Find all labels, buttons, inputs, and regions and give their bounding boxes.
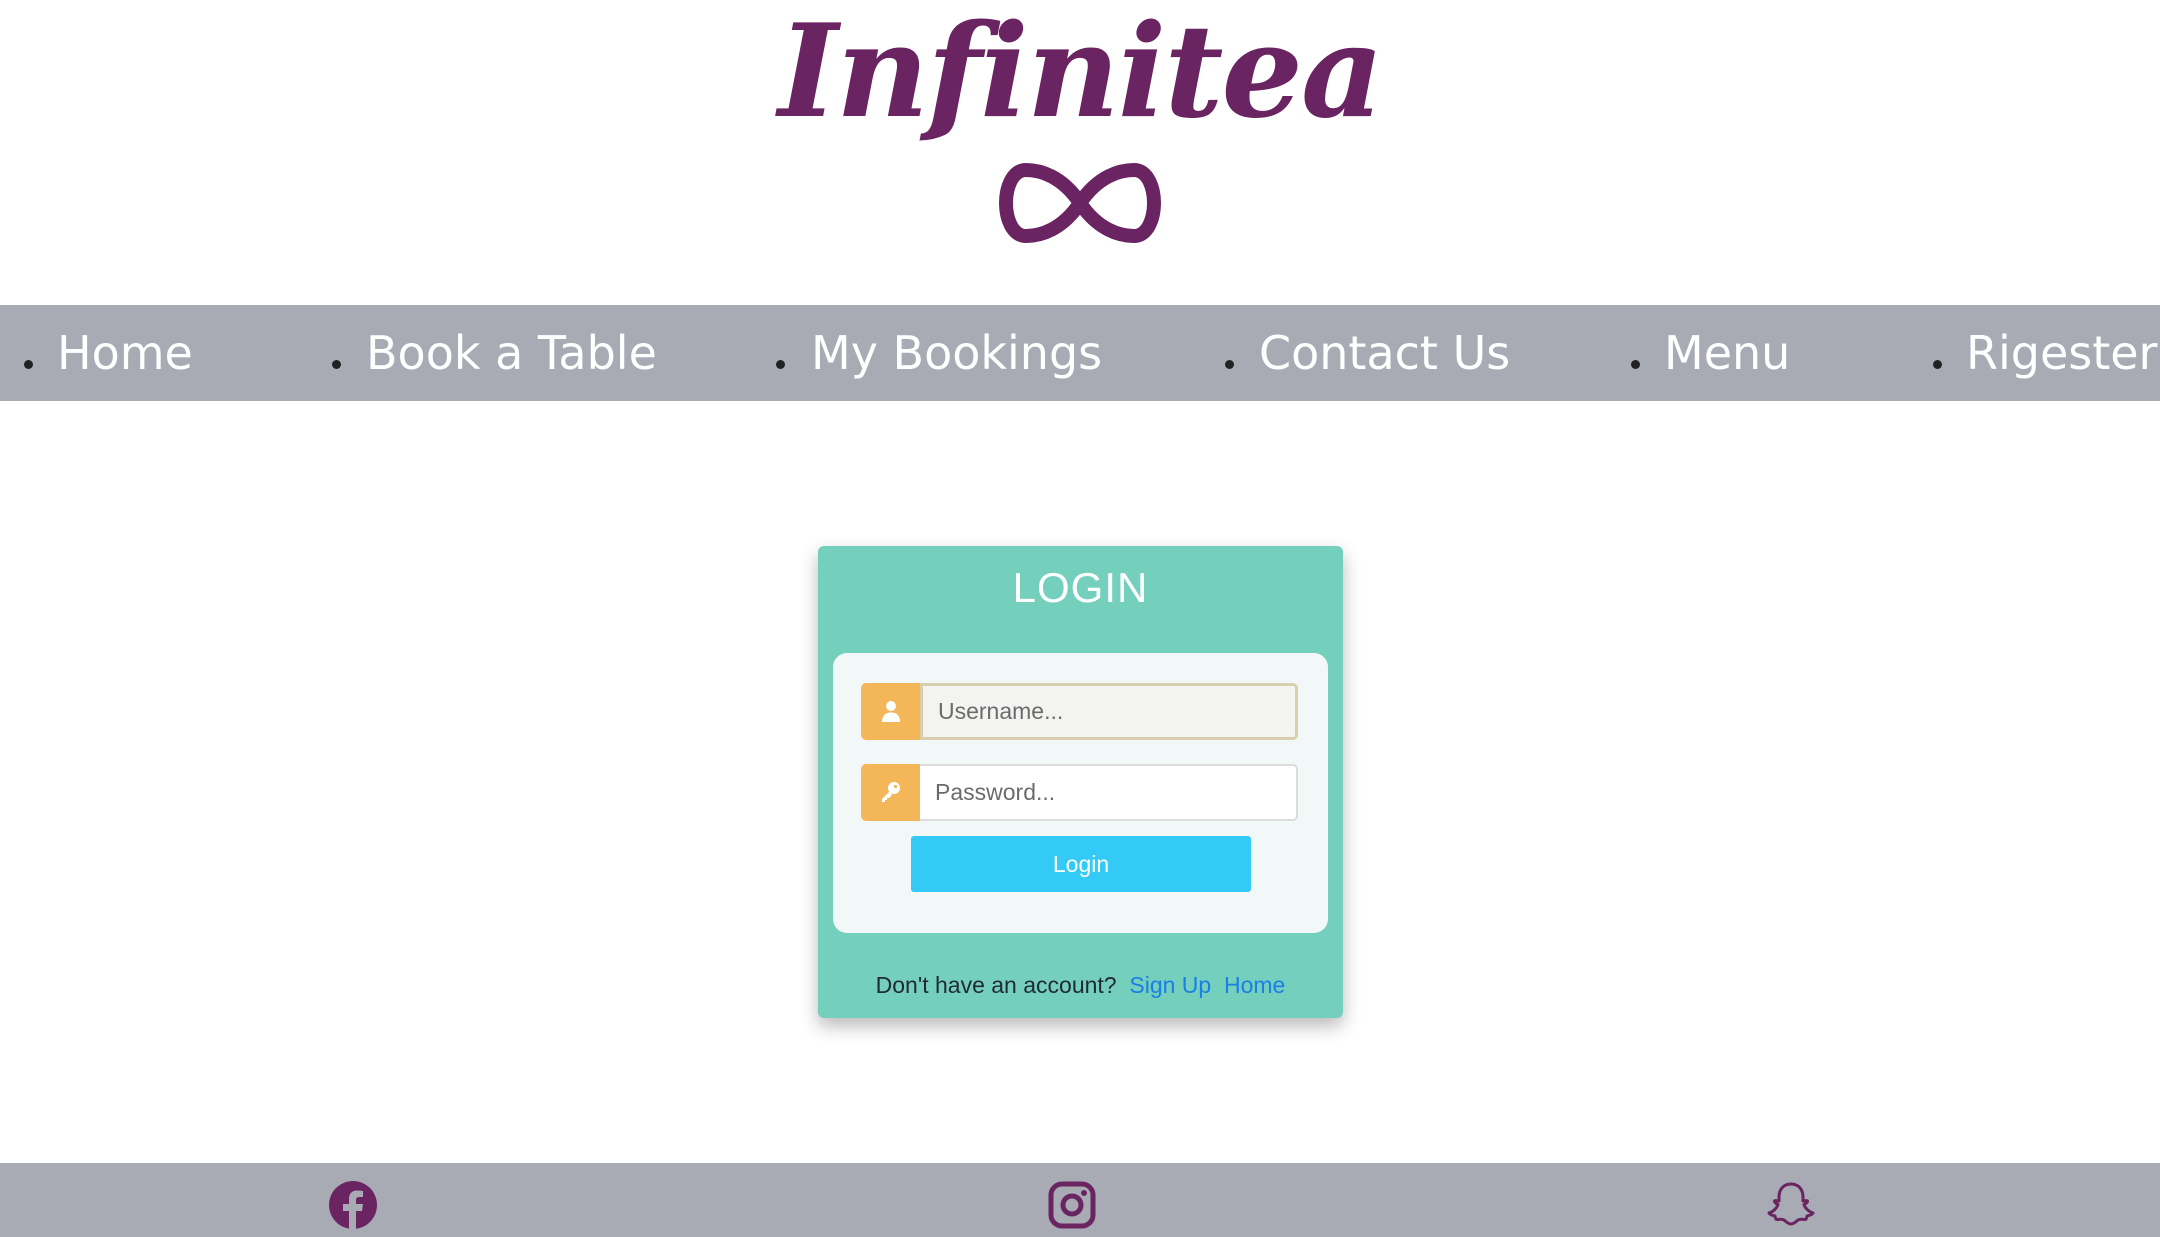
nav-item-menu[interactable]: Menu bbox=[1664, 305, 1790, 401]
facebook-icon[interactable] bbox=[328, 1180, 378, 1230]
nav-bullet bbox=[24, 360, 33, 369]
nav-item-register[interactable]: Rigester bbox=[1966, 305, 2157, 401]
brand-logo-text: Infinitea bbox=[778, 0, 1384, 147]
nav-item-book-a-table[interactable]: Book a Table bbox=[366, 305, 657, 401]
page: Infinitea Home Book a Table My Bookings … bbox=[0, 0, 2160, 1237]
login-button[interactable]: Login bbox=[911, 836, 1251, 892]
nav-bullet bbox=[1933, 360, 1942, 369]
nav-bullet bbox=[332, 360, 341, 369]
nav-item-contact-us[interactable]: Contact Us bbox=[1259, 305, 1510, 401]
login-form: Login bbox=[833, 653, 1328, 933]
main-navbar: Home Book a Table My Bookings Contact Us… bbox=[0, 305, 2160, 401]
no-account-text: Don't have an account? bbox=[875, 972, 1117, 998]
instagram-icon[interactable] bbox=[1047, 1180, 1097, 1230]
infinity-logo-icon bbox=[999, 163, 1161, 243]
username-addon bbox=[861, 683, 920, 740]
sign-up-link[interactable]: Sign Up bbox=[1129, 972, 1211, 998]
password-row bbox=[861, 764, 1298, 821]
nav-item-home[interactable]: Home bbox=[57, 305, 193, 401]
nav-item-my-bookings[interactable]: My Bookings bbox=[811, 305, 1102, 401]
username-row bbox=[861, 683, 1298, 740]
password-addon bbox=[861, 764, 920, 821]
site-footer bbox=[0, 1163, 2160, 1237]
password-input[interactable] bbox=[920, 764, 1298, 821]
key-icon bbox=[882, 782, 900, 802]
nav-bullet bbox=[1631, 360, 1640, 369]
site-header: Infinitea bbox=[0, 0, 2160, 305]
nav-bullet bbox=[1225, 360, 1234, 369]
username-input[interactable] bbox=[920, 683, 1298, 740]
nav-bullet bbox=[776, 360, 785, 369]
user-icon bbox=[882, 701, 900, 722]
home-link[interactable]: Home bbox=[1224, 972, 1285, 998]
login-title: LOGIN bbox=[1012, 564, 1149, 611]
snapchat-icon[interactable] bbox=[1766, 1180, 1816, 1230]
login-card: LOGIN Username... Login Don't have an ac… bbox=[818, 546, 1343, 1018]
signup-line: Don't have an account? Sign Up Home bbox=[818, 972, 1343, 999]
